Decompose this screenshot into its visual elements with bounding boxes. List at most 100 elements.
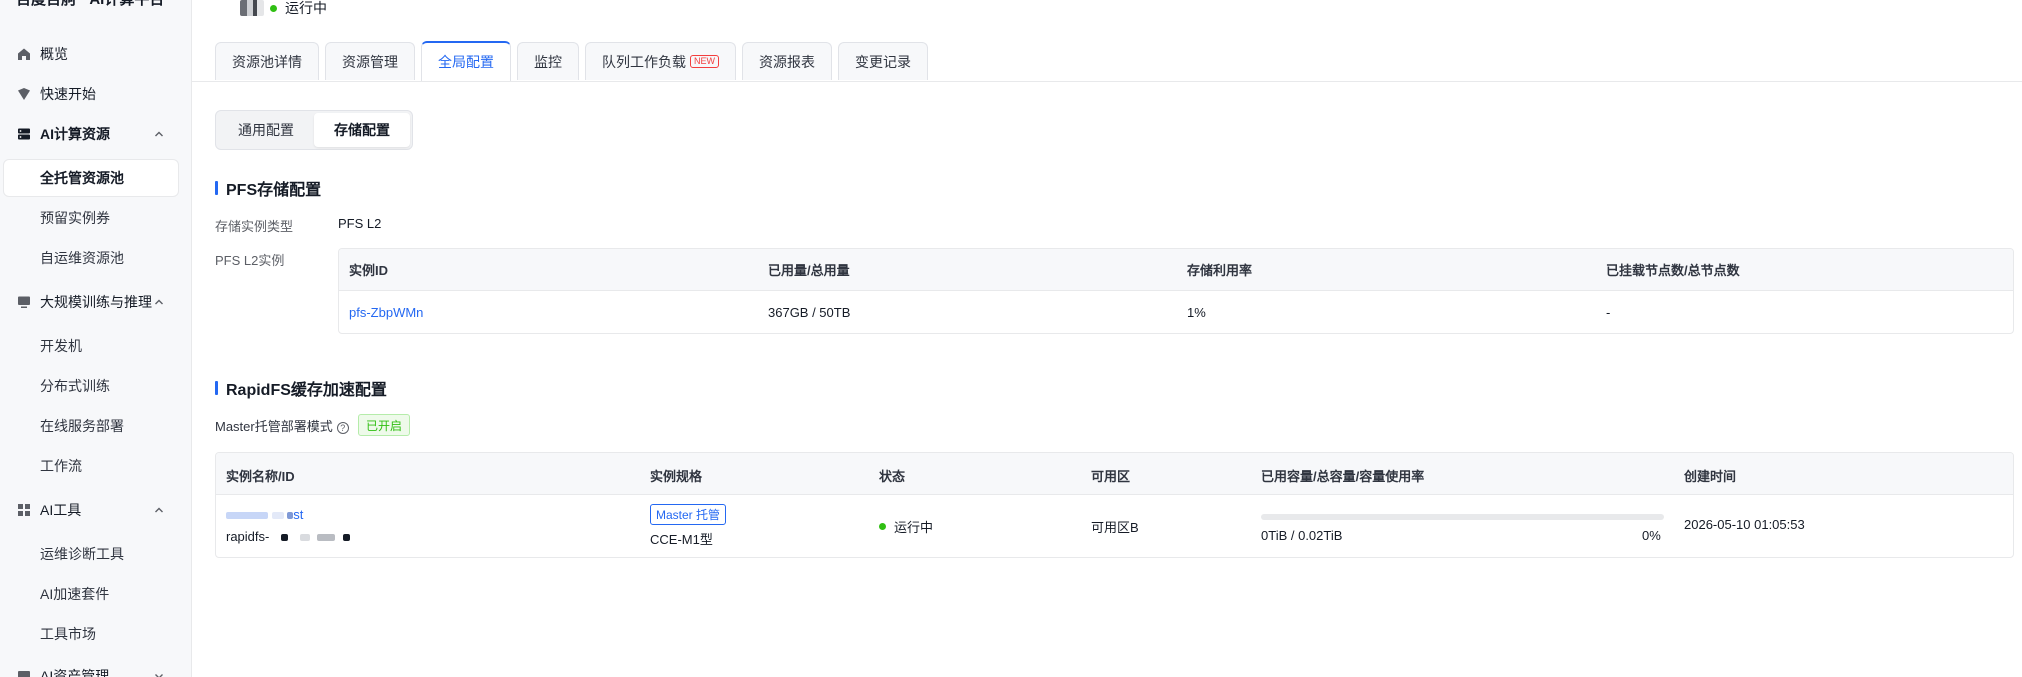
sidebar-group-training[interactable]: 大规模训练与推理 <box>0 284 191 320</box>
chevron-up-icon <box>155 299 163 305</box>
sidebar-item-label: 全托管资源池 <box>40 170 124 186</box>
sidebar-group-ai-compute[interactable]: AI计算资源 <box>0 116 191 152</box>
tab-label: 队列工作负载 <box>602 53 686 70</box>
redacted-text <box>342 534 350 542</box>
brand-title: 百度百舸 · AI计算平台 <box>16 0 164 9</box>
pfs-instance-label: PFS L2实例 <box>215 253 285 268</box>
pfs-utilization: 1% <box>1187 305 1206 320</box>
tab-monitor[interactable]: 监控 <box>517 42 579 80</box>
pool-avatar <box>240 0 264 16</box>
column-header: 状态 <box>879 469 906 484</box>
status-dot-icon <box>270 4 277 12</box>
server-icon <box>16 126 32 142</box>
sidebar-item-ai-accel[interactable]: AI加速套件 <box>0 576 191 612</box>
capacity-progress-bar <box>1261 514 1664 520</box>
redacted-text <box>226 512 268 520</box>
sidebar-item-label: 自运维资源池 <box>40 250 124 266</box>
pfs-mounted-nodes: - <box>1606 305 1611 320</box>
tab-change-log[interactable]: 变更记录 <box>838 42 928 80</box>
status-dot-icon <box>879 523 886 530</box>
section-title-text: PFS存储配置 <box>226 182 322 199</box>
tab-global-config[interactable]: 全局配置 <box>421 41 511 81</box>
sidebar: 百度百舸 · AI计算平台 概览 快速开始 AI计算资源 全托管资源池 预留实例… <box>0 0 192 677</box>
tab-resource-report[interactable]: 资源报表 <box>742 42 832 80</box>
column-header: 已用容量/总容量/容量使用率 <box>1261 469 1425 484</box>
sidebar-item-label: AI加速套件 <box>40 586 110 602</box>
sidebar-item-dev-machine[interactable]: 开发机 <box>0 328 191 364</box>
column-header: 存储利用率 <box>1187 263 1253 278</box>
help-icon[interactable]: ? <box>336 422 349 434</box>
segment-general-config[interactable]: 通用配置 <box>218 113 314 147</box>
pfs-usage: 367GB / 50TB <box>768 305 851 320</box>
sidebar-item-label: 工具市场 <box>40 626 96 642</box>
pfs-instance-table: 实例ID 已用量/总用量 存储利用率 已挂载节点数/总节点数 pfs-ZbpWM… <box>338 248 2014 334</box>
redacted-text <box>299 534 310 542</box>
capacity-text: 0TiB / 0.02TiB <box>1261 528 1343 543</box>
home-icon <box>16 46 32 62</box>
tab-pool-detail[interactable]: 资源池详情 <box>215 42 319 80</box>
sidebar-item-label: 开发机 <box>40 338 82 354</box>
rapidfs-instance-table: 实例名称/ID 实例规格 状态 可用区 已用容量/总容量/容量使用率 创建时间 … <box>215 452 2014 558</box>
sidebar-item-label: 概览 <box>40 46 68 62</box>
sidebar-item-reserved-voucher[interactable]: 预留实例券 <box>0 200 191 236</box>
spec-value: CCE-M1型 <box>650 532 713 547</box>
master-mode-label: Master托管部署模式? <box>215 416 349 435</box>
sidebar-item-tool-market[interactable]: 工具市场 <box>0 616 191 652</box>
new-badge: NEW <box>690 55 719 68</box>
sidebar-item-label: 工作流 <box>40 458 82 474</box>
chevron-up-icon <box>155 131 163 137</box>
pool-status-text: 运行中 <box>285 0 327 16</box>
spec-tag: Master 托管 <box>650 504 727 525</box>
table-header: 实例ID 已用量/总用量 存储利用率 已挂载节点数/总节点数 <box>339 249 2013 291</box>
sidebar-group-ai-assets[interactable]: AI资产管理 <box>0 658 191 677</box>
pfs-type-value: PFS L2 <box>338 216 382 231</box>
instance-id-prefix: rapidfs- <box>226 529 270 544</box>
sidebar-item-online-service[interactable]: 在线服务部署 <box>0 408 191 444</box>
shield-icon <box>16 86 32 102</box>
sidebar-item-label: AI计算资源 <box>40 126 110 142</box>
tab-label: 资源管理 <box>342 53 398 70</box>
tabs-divider <box>192 81 2022 82</box>
status-text: 运行中 <box>894 520 934 535</box>
rapidfs-instance-name-link[interactable]: st <box>226 507 303 522</box>
segment-storage-config[interactable]: 存储配置 <box>314 113 410 147</box>
sidebar-item-label: 分布式训练 <box>40 378 110 394</box>
column-header: 可用区 <box>1091 469 1131 484</box>
tab-label: 资源报表 <box>759 53 815 70</box>
sidebar-item-label: 在线服务部署 <box>40 418 124 434</box>
sidebar-item-overview[interactable]: 概览 <box>0 36 191 72</box>
column-header: 实例名称/ID <box>226 469 295 484</box>
availability-zone: 可用区B <box>1091 520 1139 535</box>
sidebar-item-distributed-training[interactable]: 分布式训练 <box>0 368 191 404</box>
sidebar-item-workflow[interactable]: 工作流 <box>0 448 191 484</box>
sidebar-item-ops-diagnosis[interactable]: 运维诊断工具 <box>0 536 191 572</box>
sidebar-item-label: 运维诊断工具 <box>40 546 124 562</box>
monitor-icon <box>16 294 32 310</box>
sidebar-item-label: 预留实例券 <box>40 210 110 226</box>
master-tag: Master 托管 <box>650 504 727 525</box>
redacted-text <box>317 534 336 542</box>
sidebar-group-ai-tools[interactable]: AI工具 <box>0 492 191 528</box>
tab-label: 变更记录 <box>855 53 911 70</box>
tab-resource-management[interactable]: 资源管理 <box>325 42 415 80</box>
sidebar-item-managed-pool[interactable]: 全托管资源池 <box>3 159 179 197</box>
created-time: 2026-05-10 01:05:53 <box>1684 517 1805 532</box>
pfs-type-label: 存储实例类型 <box>215 219 294 234</box>
sidebar-item-label: 大规模训练与推理 <box>40 294 152 310</box>
pfs-instance-link[interactable]: pfs-ZbpWMn <box>349 305 423 320</box>
section-title-text: RapidFS缓存加速配置 <box>226 382 387 399</box>
asset-icon <box>16 668 32 677</box>
pool-status: 运行中 <box>240 0 327 18</box>
table-row: pfs-ZbpWMn 367GB / 50TB 1% - <box>339 291 2013 333</box>
pfs-section-title: PFS存储配置 <box>215 176 321 200</box>
rapidfs-section-title: RapidFS缓存加速配置 <box>215 376 387 400</box>
tab-bar: 资源池详情 资源管理 全局配置 监控 队列工作负载 NEW 资源报表 变更记录 <box>215 41 934 81</box>
column-header: 实例ID <box>349 263 389 278</box>
tab-label: 资源池详情 <box>232 53 302 70</box>
sidebar-item-self-ops-pool[interactable]: 自运维资源池 <box>0 240 191 276</box>
section-accent-bar <box>215 381 218 395</box>
tab-queue-workload[interactable]: 队列工作负载 NEW <box>585 42 736 80</box>
master-mode-text: Master托管部署模式 <box>215 419 333 434</box>
sidebar-item-quickstart[interactable]: 快速开始 <box>0 76 191 112</box>
tab-label: 监控 <box>534 53 562 70</box>
